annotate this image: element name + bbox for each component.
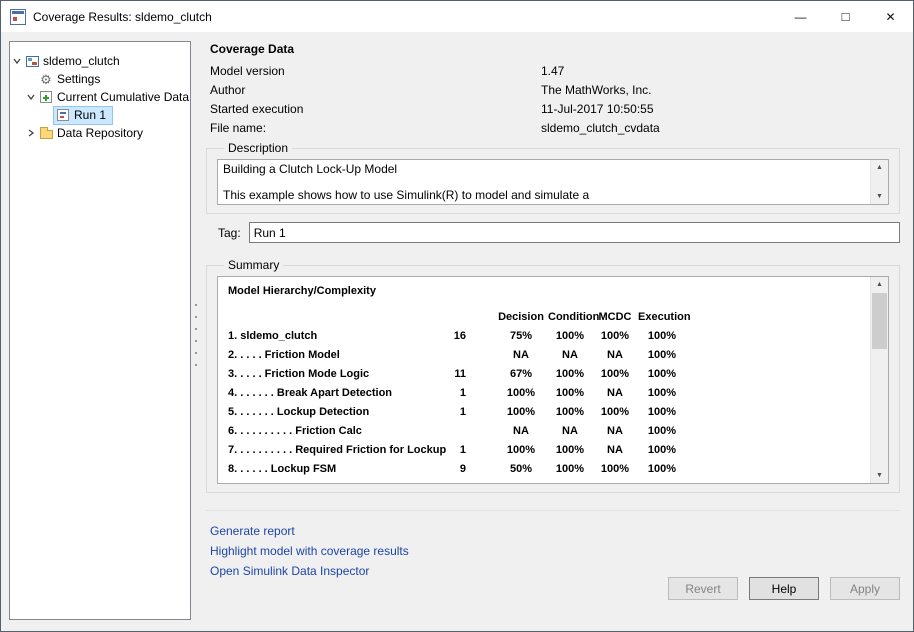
table-row: 6. . . . . . . . . . Friction Calc NA NA…: [228, 421, 871, 440]
table-row: 2. . . . . Friction Model NA NA NA 100%: [228, 345, 871, 364]
col-condition: Condition: [548, 311, 592, 323]
metadata-fields: Model version 1.47 Author The MathWorks,…: [206, 61, 900, 137]
field-label: Author: [210, 83, 541, 97]
scroll-up-icon[interactable]: ▲: [871, 277, 888, 292]
tree-item-label: Run 1: [71, 107, 110, 124]
coverage-data-pane: Coverage Data Model version 1.47 Author …: [206, 32, 900, 631]
description-scrollbar[interactable]: ▲ ▼: [870, 160, 888, 204]
table-row: 7. . . . . . . . . . Required Friction f…: [228, 440, 871, 459]
dialog-buttons: Revert Help Apply: [668, 577, 900, 600]
col-decision: Decision: [468, 311, 548, 323]
summary-table-content: Model Hierarchy/Complexity Decision Cond…: [218, 277, 871, 483]
window-title: Coverage Results: sldemo_clutch: [33, 10, 212, 24]
tree-item-sldemo-clutch[interactable]: sldemo_clutch: [10, 52, 190, 70]
tag-row: Tag:: [206, 222, 900, 243]
tree-selection: Run 1: [54, 107, 112, 124]
chevron-right-icon[interactable]: [24, 128, 38, 138]
tag-input[interactable]: [249, 222, 900, 243]
field-value: sldemo_clutch_cvdata: [541, 121, 660, 135]
action-links: Generate report Highlight model with cov…: [206, 510, 900, 581]
coverage-app-icon: [10, 9, 26, 25]
table-row: 3. . . . . Friction Mode Logic 11 67% 10…: [228, 364, 871, 383]
results-tree: sldemo_clutch ⚙ Settings Current Cumulat…: [9, 41, 191, 620]
field-label: File name:: [210, 121, 541, 135]
tree-item-label: sldemo_clutch: [40, 53, 124, 70]
maximize-button[interactable]: □: [823, 1, 868, 32]
description-group: Description Building a Clutch Lock-Up Mo…: [206, 141, 900, 214]
tree-item-data-repository[interactable]: Data Repository: [10, 124, 190, 142]
model-icon: [24, 56, 40, 67]
description-textarea[interactable]: Building a Clutch Lock-Up Model This exa…: [217, 159, 889, 205]
apply-button[interactable]: Apply: [830, 577, 900, 600]
pane-splitter[interactable]: [194, 304, 198, 366]
table-row: 8. . . . . . Lockup FSM 9 50% 100% 100% …: [228, 459, 871, 478]
summary-group: Summary Model Hierarchy/Complexity Decis…: [206, 258, 900, 493]
link-generate-report[interactable]: Generate report: [210, 521, 900, 541]
gear-icon: ⚙: [38, 73, 54, 86]
close-button[interactable]: ✕: [868, 1, 913, 32]
revert-button[interactable]: Revert: [668, 577, 738, 600]
tree-item-label: Data Repository: [54, 125, 147, 142]
table-row: 1. sldemo_clutch 16 75% 100% 100% 100%: [228, 326, 871, 345]
cumulative-data-icon: [38, 91, 54, 103]
table-row: 4. . . . . . . Break Apart Detection 1 1…: [228, 383, 871, 402]
run-icon: [55, 109, 71, 121]
tag-label: Tag:: [218, 226, 241, 240]
tree-item-current-cumulative-data[interactable]: Current Cumulative Data: [10, 88, 190, 106]
coverage-results-window: Coverage Results: sldemo_clutch — □ ✕ sl…: [0, 0, 914, 632]
field-value: The MathWorks, Inc.: [541, 83, 651, 97]
field-model-version: Model version 1.47: [206, 61, 900, 80]
minimize-button[interactable]: —: [778, 1, 823, 32]
field-value: 11-Jul-2017 10:50:55: [541, 102, 654, 116]
scroll-down-icon[interactable]: ▼: [871, 189, 888, 204]
help-button[interactable]: Help: [749, 577, 819, 600]
description-text: Building a Clutch Lock-Up Model This exa…: [223, 162, 866, 202]
link-highlight-model[interactable]: Highlight model with coverage results: [210, 541, 900, 561]
field-started-execution: Started execution 11-Jul-2017 10:50:55: [206, 99, 900, 118]
scrollbar-thumb[interactable]: [872, 293, 887, 349]
folder-icon: [38, 128, 54, 139]
title-bar[interactable]: Coverage Results: sldemo_clutch — □ ✕: [1, 1, 913, 32]
dialog-body: sldemo_clutch ⚙ Settings Current Cumulat…: [1, 32, 913, 631]
field-author: Author The MathWorks, Inc.: [206, 80, 900, 99]
scroll-down-icon[interactable]: ▼: [871, 468, 888, 483]
field-label: Model version: [210, 64, 541, 78]
tree-item-label: Settings: [54, 71, 104, 88]
field-file-name: File name: sldemo_clutch_cvdata: [206, 118, 900, 137]
pane-heading: Coverage Data: [210, 42, 900, 56]
tree-item-settings[interactable]: ⚙ Settings: [10, 70, 190, 88]
table-row: 5. . . . . . . Lockup Detection 1 100% 1…: [228, 402, 871, 421]
col-execution: Execution: [638, 311, 686, 323]
summary-scrollbar[interactable]: ▲ ▼: [870, 277, 888, 483]
scroll-up-icon[interactable]: ▲: [871, 160, 888, 175]
tree-item-label: Current Cumulative Data: [54, 89, 191, 106]
window-controls: — □ ✕: [778, 1, 913, 32]
col-mcdc: MCDC: [592, 311, 638, 323]
hierarchy-header: Model Hierarchy/Complexity: [228, 285, 871, 300]
chevron-down-icon[interactable]: [24, 92, 38, 102]
tree-item-run1[interactable]: Run 1: [10, 106, 190, 124]
field-value: 1.47: [541, 64, 564, 78]
field-label: Started execution: [210, 102, 541, 116]
description-legend: Description: [224, 141, 292, 155]
summary-legend: Summary: [224, 258, 283, 272]
chevron-down-icon[interactable]: [10, 56, 24, 66]
table-header-row: Decision Condition MCDC Execution: [228, 307, 871, 326]
summary-table: Model Hierarchy/Complexity Decision Cond…: [217, 276, 889, 484]
